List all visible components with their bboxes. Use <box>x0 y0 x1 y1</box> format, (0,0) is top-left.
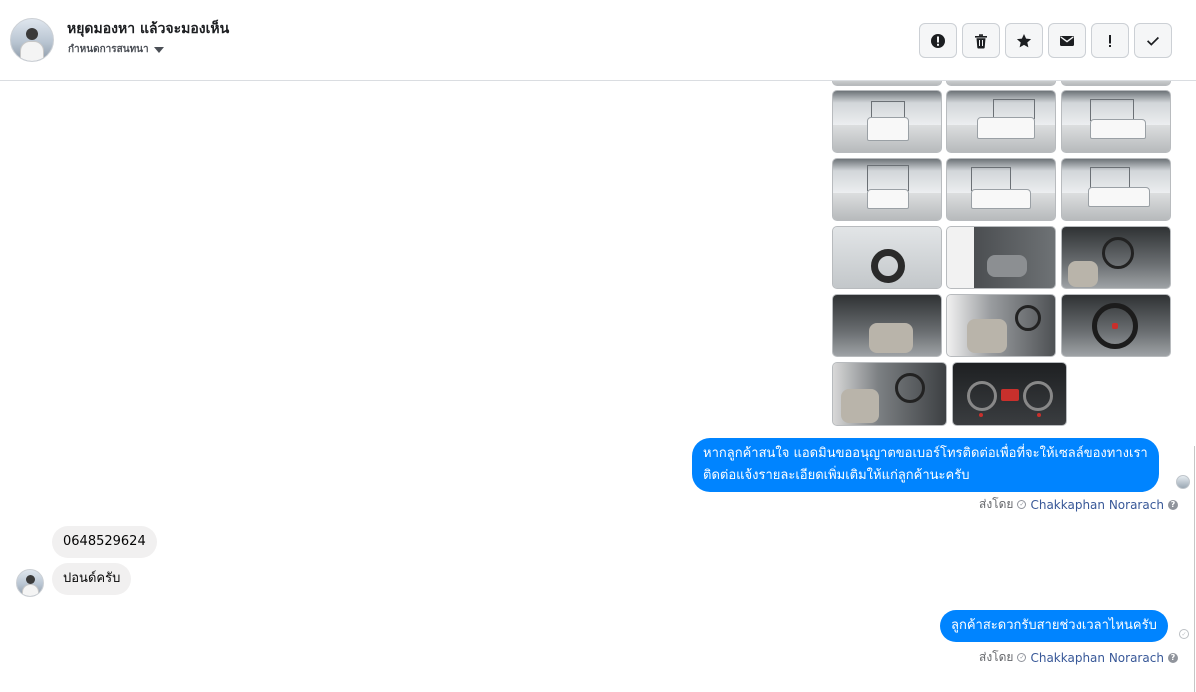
gauge-shape <box>967 381 997 411</box>
indicator-shape <box>979 413 983 417</box>
seat-shape <box>841 389 879 423</box>
sent-by-line: ส่งโดย ✓ Chakkaphan Norarach ? <box>979 648 1178 667</box>
door-panel-shape <box>987 255 1027 277</box>
photo-thumbnail[interactable] <box>946 81 1056 86</box>
report-spam-button[interactable] <box>919 23 957 58</box>
truck-shape <box>971 189 1031 209</box>
star-button[interactable] <box>1005 23 1043 58</box>
conversation-label-dropdown[interactable]: กำหนดการสนทนา <box>68 42 164 57</box>
envelope-icon <box>1060 35 1074 46</box>
help-icon[interactable]: ? <box>1167 652 1178 663</box>
message-line: ติดต่อแจ้งรายละเอียดเพิ่มเติมให้แก่ลูกค้… <box>703 468 970 483</box>
photo-thumbnail[interactable] <box>1061 158 1171 221</box>
sent-by-line: ส่งโดย ✓ Chakkaphan Norarach ? <box>979 495 1178 514</box>
sent-by-label: ส่งโดย <box>979 650 1014 664</box>
photo-floor <box>947 81 1055 85</box>
mark-unread-button[interactable] <box>1048 23 1086 58</box>
message-outgoing: ลูกค้าสะดวกรับสายช่วงเวลาไหนครับ <box>940 610 1168 642</box>
truck-rack-shape <box>971 167 1011 191</box>
avatar-head-shape <box>26 28 38 40</box>
flag-button[interactable] <box>1091 23 1129 58</box>
photo-thumbnail[interactable] <box>832 226 942 289</box>
caret-down-icon <box>153 46 164 53</box>
indicator-shape <box>1037 413 1041 417</box>
alert-circle-icon <box>931 33 945 48</box>
photo-thumbnail[interactable] <box>832 90 942 153</box>
wheel-shape <box>871 249 905 283</box>
help-icon[interactable]: ? <box>1167 499 1178 510</box>
message-incoming: ปอนด์ครับ <box>52 563 132 595</box>
seat-shape <box>869 323 913 353</box>
message-bubble[interactable]: 0648529624 <box>52 526 157 558</box>
contact-avatar[interactable] <box>10 18 54 62</box>
truck-shape <box>977 117 1035 139</box>
truck-rack-shape <box>1090 167 1130 189</box>
inbox-conversation-view: หยุดมองหา แล้วจะมองเห็น กำหนดการสนทนา หา… <box>0 0 1196 692</box>
display-shape <box>1001 389 1019 401</box>
checkmark-icon <box>1147 36 1159 46</box>
message-bubble[interactable]: หากลูกค้าสนใจ แอดมินขออนุญาตขอเบอร์โทรติ… <box>692 438 1159 492</box>
steering-wheel-shape <box>895 373 925 403</box>
gauge-shape <box>1023 381 1053 411</box>
photo-thumbnail[interactable] <box>1061 294 1171 357</box>
delete-button[interactable] <box>962 23 1000 58</box>
seen-by-avatar <box>1176 475 1190 489</box>
label-dropdown-text: กำหนดการสนทนา <box>68 44 149 55</box>
photo-thumbnail[interactable] <box>946 226 1056 289</box>
avatar-body-shape <box>20 41 44 61</box>
seat-shape <box>1068 261 1098 287</box>
photo-thumbnail[interactable] <box>1061 90 1171 153</box>
truck-shape <box>867 117 909 141</box>
message-incoming: 0648529624 <box>52 526 157 558</box>
verified-icon: ✓ <box>1017 500 1027 509</box>
wheel-accent-shape <box>1112 323 1118 329</box>
message-thread[interactable]: หากลูกค้าสนใจ แอดมินขออนุญาตขอเบอร์โทรติ… <box>0 81 1196 692</box>
steering-wheel-shape <box>1015 305 1041 331</box>
photo-floor <box>1062 81 1170 85</box>
agent-name-link[interactable]: Chakkaphan Norarach <box>1030 498 1163 512</box>
message-bubble[interactable]: ปอนด์ครับ <box>52 563 132 595</box>
photo-thumbnail[interactable] <box>946 90 1056 153</box>
truck-rack-shape <box>993 99 1035 119</box>
photo-thumbnail[interactable] <box>1061 226 1171 289</box>
contact-avatar-small[interactable] <box>16 569 44 597</box>
avatar-head-shape <box>26 575 35 584</box>
truck-shape <box>1090 119 1146 139</box>
photo-thumbnail[interactable] <box>946 158 1056 221</box>
truck-rack-shape <box>867 165 909 191</box>
photo-thumbnail[interactable] <box>832 294 942 357</box>
seat-shape <box>967 319 1007 353</box>
photo-thumbnail[interactable] <box>832 362 947 426</box>
agent-name-link[interactable]: Chakkaphan Norarach <box>1030 651 1163 665</box>
message-bubble[interactable]: ลูกค้าสะดวกรับสายช่วงเวลาไหนครับ <box>940 610 1168 642</box>
avatar-body-shape <box>22 584 39 596</box>
conversation-toolbar <box>919 23 1172 58</box>
sent-status-icon: ✓ <box>1179 629 1189 639</box>
photo-floor <box>833 81 941 85</box>
message-outgoing: หากลูกค้าสนใจ แอดมินขออนุญาตขอเบอร์โทรติ… <box>692 438 1159 492</box>
steering-wheel-shape <box>1102 237 1134 269</box>
truck-shape <box>867 189 909 209</box>
star-icon <box>1016 33 1032 47</box>
photo-thumbnail[interactable] <box>946 294 1056 357</box>
mark-done-button[interactable] <box>1134 23 1172 58</box>
truck-rack-shape <box>1090 99 1134 121</box>
trash-icon <box>975 33 987 48</box>
exclamation-icon <box>1109 34 1111 47</box>
sent-by-label: ส่งโดย <box>979 497 1014 511</box>
photo-thumbnail[interactable] <box>952 362 1067 426</box>
message-line: หากลูกค้าสนใจ แอดมินขออนุญาตขอเบอร์โทรติ… <box>703 446 1148 461</box>
photo-thumbnail[interactable] <box>832 158 942 221</box>
verified-icon: ✓ <box>1017 653 1027 662</box>
truck-shape <box>1088 187 1150 207</box>
contact-name[interactable]: หยุดมองหา แล้วจะมองเห็น <box>67 18 229 40</box>
photo-thumbnail[interactable] <box>1061 81 1171 86</box>
photo-thumbnail[interactable] <box>832 81 942 86</box>
conversation-header: หยุดมองหา แล้วจะมองเห็น กำหนดการสนทนา <box>0 0 1196 81</box>
scrollbar[interactable] <box>1194 446 1195 692</box>
